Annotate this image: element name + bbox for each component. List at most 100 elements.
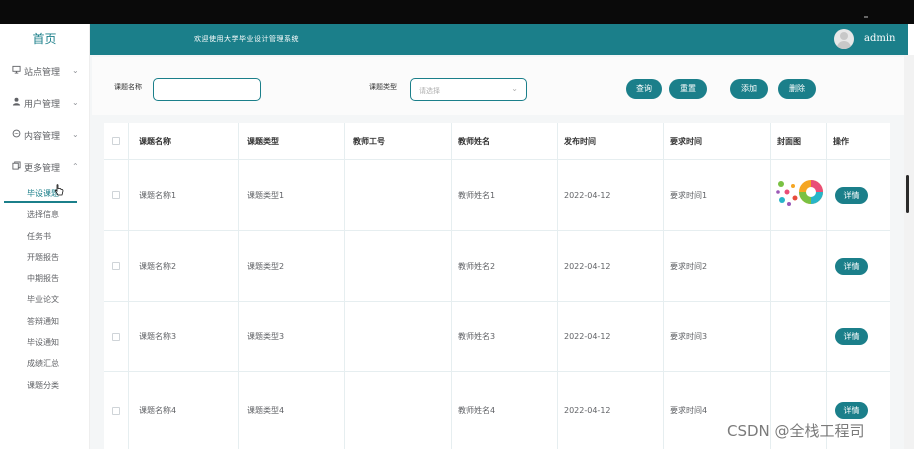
- sidebar-item-midterm[interactable]: 中期报告: [0, 268, 89, 289]
- reset-button[interactable]: 重置: [669, 79, 707, 99]
- cell-teacher-name: 教师姓名2: [452, 231, 558, 301]
- cell-cover: [771, 302, 827, 371]
- cell-publish-time: 2022-04-12: [558, 231, 664, 301]
- column-header: 发布时间: [558, 123, 664, 159]
- cell-cover: [771, 231, 827, 301]
- cell-teacher-name: 教师姓名3: [452, 302, 558, 371]
- sidebar-item-topics[interactable]: 毕设课题: [0, 183, 89, 204]
- detail-button[interactable]: 详情: [835, 402, 868, 419]
- cell-topic-type: 课题类型3: [239, 302, 345, 371]
- column-header: 要求时间: [664, 123, 771, 159]
- row-checkbox[interactable]: [112, 332, 120, 341]
- chevron-down-icon: ⌄: [72, 98, 79, 107]
- sidebar-item-proposal[interactable]: 开题报告: [0, 247, 89, 268]
- cell-actions: 详情: [827, 160, 890, 230]
- column-header: 课题类型: [239, 123, 345, 159]
- detail-button[interactable]: 详情: [835, 186, 868, 204]
- cell-teacher-name: 教师姓名1: [452, 160, 558, 230]
- sidebar-group-site[interactable]: 站点管理 ⌄: [0, 55, 89, 87]
- header-checkbox-cell: [104, 123, 129, 159]
- cell-required-time: 要求时间2: [664, 231, 771, 301]
- cell-topic-name: 课题名称2: [129, 231, 239, 301]
- sidebar-group-label: 内容管理: [24, 131, 61, 142]
- page: 首页 站点管理 ⌄ 用户管理 ⌄ 内容管理 ⌄ 更多管理 ⌃ 毕设课题 选择信息…: [0, 0, 914, 449]
- cell-required-time: 要求时间3: [664, 302, 771, 371]
- monitor-icon: [10, 65, 22, 77]
- cell-topic-name: 课题名称1: [129, 160, 239, 230]
- table-header-row: 课题名称 课题类型 教师工号 教师姓名 发布时间 要求时间 封面图 操作: [104, 123, 890, 160]
- watermark-text: CSDN @全栈工程司: [727, 422, 865, 440]
- cell-publish-time: 2022-04-12: [558, 372, 664, 449]
- detail-button[interactable]: 详情: [835, 328, 868, 345]
- cell-actions: 详情: [827, 302, 890, 371]
- sidebar-home[interactable]: 首页: [0, 24, 89, 55]
- cell-publish-time: 2022-04-12: [558, 160, 664, 230]
- table-row: 课题名称3 课题类型3 教师姓名3 2022-04-12 要求时间3 详情: [104, 302, 890, 372]
- pointer-cursor-icon: [54, 184, 64, 196]
- cell-teacher-id: [345, 372, 452, 449]
- cell-publish-time: 2022-04-12: [558, 302, 664, 371]
- topic-name-input[interactable]: [153, 78, 261, 101]
- row-checkbox-cell: [104, 231, 129, 301]
- sidebar-group-content[interactable]: 内容管理 ⌄: [0, 119, 89, 151]
- sidebar-item-thesis[interactable]: 毕业论文: [0, 289, 89, 310]
- chevron-down-icon: ⌄: [72, 130, 79, 139]
- cell-teacher-id: [345, 160, 452, 230]
- topic-type-select[interactable]: 请选择 ⌄: [410, 78, 527, 101]
- select-all-checkbox[interactable]: [112, 137, 120, 145]
- cell-topic-name: 课题名称3: [129, 302, 239, 371]
- scrollbar-thumb[interactable]: [906, 175, 909, 213]
- cell-teacher-id: [345, 302, 452, 371]
- cell-topic-type: 课题类型2: [239, 231, 345, 301]
- detail-button[interactable]: 详情: [835, 257, 868, 275]
- row-checkbox-cell: [104, 302, 129, 371]
- topic-type-label: 课题类型: [369, 83, 397, 91]
- username[interactable]: admin: [864, 33, 895, 44]
- row-checkbox[interactable]: [112, 406, 120, 415]
- sidebar-item-category[interactable]: 课题分类: [0, 375, 89, 396]
- cell-topic-type: 课题类型1: [239, 160, 345, 230]
- column-header: 操作: [833, 136, 849, 146]
- sidebar: 首页 站点管理 ⌄ 用户管理 ⌄ 内容管理 ⌄ 更多管理 ⌃ 毕设课题 选择信息…: [0, 24, 90, 449]
- row-checkbox[interactable]: [112, 191, 120, 199]
- topic-name-label: 课题名称: [114, 83, 142, 91]
- sidebar-item-task[interactable]: 任务书: [0, 226, 89, 247]
- sidebar-item-grades[interactable]: 成绩汇总: [0, 353, 89, 374]
- sidebar-group-more[interactable]: 更多管理 ⌃: [0, 151, 89, 183]
- avatar[interactable]: [834, 29, 854, 49]
- sidebar-group-label: 用户管理: [24, 99, 61, 110]
- column-header: 教师姓名: [452, 123, 558, 159]
- topic-type-placeholder: 请选择: [419, 87, 440, 95]
- sidebar-item-selection[interactable]: 选择信息: [0, 204, 89, 225]
- row-checkbox-cell: [104, 160, 129, 230]
- table-row: 课题名称2 课题类型2 教师姓名2 2022-04-12 要求时间2 详情: [104, 231, 890, 302]
- add-button[interactable]: 添加: [730, 79, 768, 99]
- scrollbar-track[interactable]: [904, 55, 914, 449]
- cell-teacher-id: [345, 231, 452, 301]
- cell-topic-name: 课题名称4: [129, 372, 239, 449]
- sidebar-item-defense[interactable]: 答辩通知: [0, 311, 89, 332]
- top-black-bar: [0, 0, 914, 24]
- delete-button[interactable]: 删除: [778, 79, 816, 99]
- bar-mark: [864, 16, 868, 18]
- sidebar-item-notice[interactable]: 毕设通知: [0, 332, 89, 353]
- cell-required-time: 要求时间1: [664, 160, 771, 230]
- sidebar-group-label: 更多管理: [24, 163, 61, 174]
- query-button[interactable]: 查询: [626, 79, 662, 99]
- cell-teacher-name: 教师姓名4: [452, 372, 558, 449]
- sidebar-group-user[interactable]: 用户管理 ⌄: [0, 87, 89, 119]
- copy-icon: [10, 161, 22, 173]
- cover-image: [776, 180, 823, 206]
- chevron-up-icon: ⌃: [72, 162, 79, 171]
- chevron-down-icon: ⌄: [72, 66, 79, 75]
- column-header: 封面图: [771, 123, 827, 159]
- row-checkbox[interactable]: [112, 262, 120, 270]
- table-row: 课题名称1 课题类型1 教师姓名1 2022-04-12 要求时间1 详情: [104, 160, 890, 231]
- column-header: 教师工号: [345, 123, 452, 159]
- cell-actions: 详情: [827, 231, 890, 301]
- cell-cover: [771, 160, 827, 230]
- chevron-down-icon: ⌄: [511, 84, 518, 93]
- search-panel: 课题名称 课题类型 请选择 ⌄ 查询 重置 添加 删除: [92, 57, 904, 115]
- row-checkbox-cell: [104, 372, 129, 449]
- cell-topic-type: 课题类型4: [239, 372, 345, 449]
